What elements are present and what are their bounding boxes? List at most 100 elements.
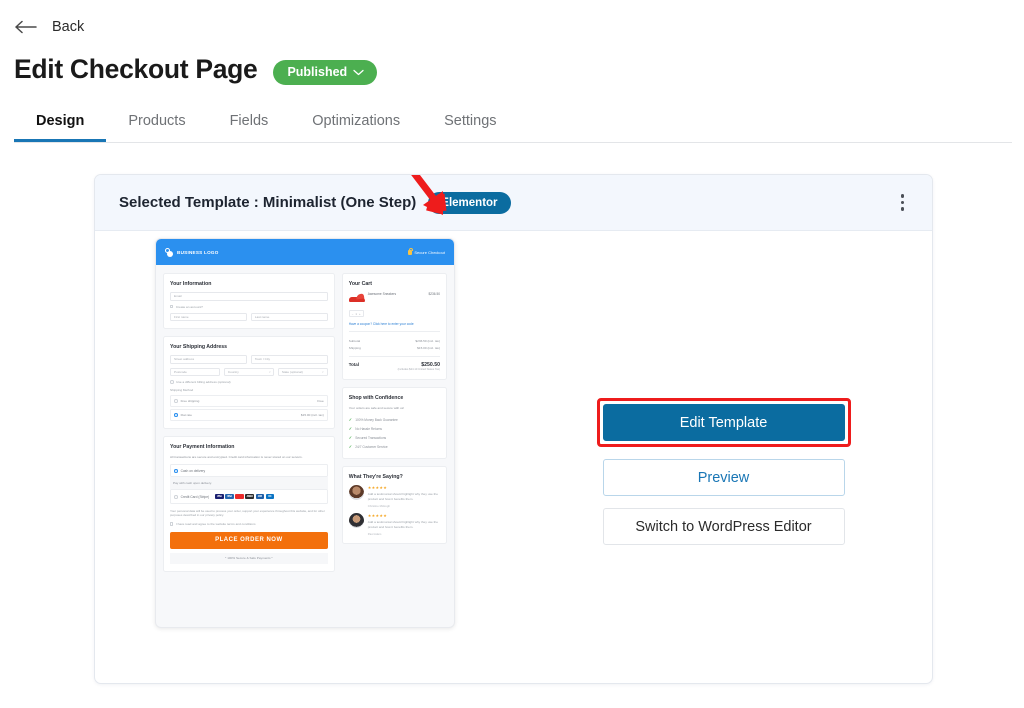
place-order-button[interactable]: PLACE ORDER NOW xyxy=(170,531,328,549)
tab-fields[interactable]: Fields xyxy=(208,107,291,142)
terms-checkbox[interactable]: I have read and agree to the website ter… xyxy=(170,522,328,526)
cart-shipping-row: Shipping $15.00 (incl. tax) xyxy=(349,344,440,351)
thumb-logo-text: BUSINESS LOGO xyxy=(177,249,219,255)
testimonial-text: Add a testimonial should highlight why t… xyxy=(367,492,438,501)
information-heading: Your Information xyxy=(170,281,212,287)
cart-line-item: Awesome Sneakers $236.50 xyxy=(348,292,440,303)
testimonial-text: Add a testimonial should highlight why t… xyxy=(367,520,438,529)
business-logo-icon xyxy=(165,247,174,257)
shipping-option-free-label: Free shipping xyxy=(180,399,200,403)
trust-item-label: 24/7 Customer Service xyxy=(355,444,388,449)
radio-icon xyxy=(174,494,178,499)
billing-address-label: Use a different billing address (optiona… xyxy=(176,380,231,384)
tab-design[interactable]: Design xyxy=(14,107,107,142)
cart-total-label: Total xyxy=(348,362,359,367)
address-row-2: Postcode Country State (optional) xyxy=(170,367,328,376)
template-card-header: Selected Template : Minimalist (One Step… xyxy=(95,175,932,231)
quantity-plus[interactable]: + xyxy=(359,312,361,316)
privacy-text-label: Your personal data will be used to proce… xyxy=(170,508,325,518)
cart-subtotal-row: Subtotal $236.50 (incl. tax) xyxy=(349,337,440,344)
tab-bar: Design Products Fields Optimizations Set… xyxy=(0,107,1024,143)
payment-option-cod-label: Cash on delivery xyxy=(180,468,206,473)
shipping-option-free-price: Free xyxy=(317,399,324,403)
thumb-secure-checkout: Secure Checkout xyxy=(408,247,445,255)
shipping-option-free[interactable]: Free shipping Free xyxy=(170,395,328,407)
edit-template-button[interactable]: Edit Template xyxy=(602,404,845,441)
coupon-link[interactable]: Have a coupon? Click here to enter your … xyxy=(348,322,440,332)
email-field[interactable]: Email xyxy=(170,292,328,301)
tab-products[interactable]: Products xyxy=(106,107,207,142)
tab-settings[interactable]: Settings xyxy=(422,107,518,142)
cart-item-name: Awesome Sneakers xyxy=(367,292,397,296)
thumb-right-column: Your Cart Awesome Sneakers $236.50 − 1 + xyxy=(341,273,447,572)
trust-subtitle: Your orders are safe and secure with us! xyxy=(348,405,405,410)
billing-address-checkbox[interactable]: Use a different billing address (optiona… xyxy=(170,380,328,384)
kebab-menu-icon[interactable] xyxy=(895,188,911,217)
create-account-checkbox[interactable]: Create an account? xyxy=(170,305,328,309)
testimonial-name: Paul Adam xyxy=(367,531,382,536)
privacy-text: Your personal data will be used to proce… xyxy=(170,509,328,518)
star-rating: ★★★★★ xyxy=(367,513,388,519)
trust-item-label: 100% Money Back Guarantee xyxy=(355,417,398,422)
avatar xyxy=(348,513,364,529)
back-label[interactable]: Back xyxy=(52,19,84,35)
payment-option-cod[interactable]: Cash on delivery xyxy=(170,464,328,478)
shipping-option-flat-price: $15.00 (incl. tax) xyxy=(300,413,324,417)
shipping-method-label: Shipping Method xyxy=(170,388,194,392)
shipping-heading: Your Shipping Address xyxy=(170,344,228,350)
template-thumbnail[interactable]: BUSINESS LOGO Secure Checkout Your Infor… xyxy=(155,238,455,628)
payment-heading: Your Payment Information xyxy=(170,444,235,450)
arrow-left-icon[interactable] xyxy=(14,17,40,37)
trust-item-label: No Hassle Returns xyxy=(355,426,383,431)
payment-option-card-label: Credit Card (Stripe) xyxy=(180,494,210,499)
quantity-value: 1 xyxy=(355,311,357,316)
payment-cod-note: Pay with cash upon delivery. xyxy=(170,477,328,490)
back-bar[interactable]: Back xyxy=(0,0,1024,40)
thumb-logo: BUSINESS LOGO xyxy=(165,247,219,257)
cart-total-note: (includes $24.10 United States Tax) xyxy=(397,368,440,371)
terms-label: I have read and agree to the website ter… xyxy=(175,521,256,526)
create-account-label: Create an account? xyxy=(175,304,203,309)
action-buttons-column: Edit Template Preview Switch to WordPres… xyxy=(411,175,932,683)
testimonial-item: ★★★★★ Add a testimonial should highlight… xyxy=(348,513,440,536)
street-address-field[interactable]: Street address xyxy=(170,355,247,364)
cart-total-row: Total $250.50 (includes $24.10 United St… xyxy=(348,356,440,372)
testimonial-body: ★★★★★ Add a testimonial should highlight… xyxy=(368,485,440,508)
selected-template-label: Selected Template : Minimalist (One Step… xyxy=(119,194,417,211)
quantity-stepper[interactable]: − 1 + xyxy=(348,310,364,317)
tab-fields-label: Fields xyxy=(229,113,269,129)
testimonial-body: ★★★★★ Add a testimonial should highlight… xyxy=(368,513,440,536)
amex-icon: AMEX xyxy=(245,493,254,500)
testimonials-panel: What They're Saying? ★★★★★ Add a testimo… xyxy=(341,466,447,544)
postcode-field[interactable]: Postcode xyxy=(170,367,220,376)
cart-panel: Your Cart Awesome Sneakers $236.50 − 1 + xyxy=(341,273,447,380)
status-badge[interactable]: Published xyxy=(273,59,378,85)
town-city-field[interactable]: Town / City xyxy=(250,355,328,364)
tab-design-label: Design xyxy=(36,113,85,129)
visa-electron-icon: VISA xyxy=(225,493,234,500)
shipping-option-flat[interactable]: Flat rate $15.00 (incl. tax) xyxy=(170,409,328,421)
preview-button[interactable]: Preview xyxy=(602,459,845,496)
check-icon: ✓ xyxy=(348,435,353,441)
payment-panel: Your Payment Information All transaction… xyxy=(163,436,335,572)
cart-subtotal-value: $236.50 (incl. tax) xyxy=(415,338,440,343)
switch-wordpress-editor-button[interactable]: Switch to WordPress Editor xyxy=(602,508,845,545)
testimonial-name: Christine McHugh xyxy=(367,504,390,509)
quantity-minus[interactable]: − xyxy=(352,312,354,316)
check-icon: ✓ xyxy=(348,426,353,432)
state-select[interactable]: State (optional) xyxy=(277,367,328,376)
thumb-header: BUSINESS LOGO Secure Checkout xyxy=(156,239,454,265)
first-name-field[interactable]: First name xyxy=(170,312,247,321)
testimonials-heading: What They're Saying? xyxy=(348,474,403,481)
country-select[interactable]: Country xyxy=(223,367,274,376)
last-name-field[interactable]: Last name xyxy=(250,312,328,321)
tab-optimizations[interactable]: Optimizations xyxy=(290,107,422,142)
shipping-option-flat-label: Flat rate xyxy=(180,413,192,417)
tab-products-label: Products xyxy=(128,113,186,129)
payment-option-card[interactable]: Credit Card (Stripe) VISA VISA AMEX JCB … xyxy=(170,489,328,504)
template-card: Selected Template : Minimalist (One Step… xyxy=(94,174,933,684)
cart-total-right: $250.50 (includes $24.10 United States T… xyxy=(398,362,440,372)
checkbox-icon xyxy=(170,380,174,384)
builder-badge[interactable]: Elementor xyxy=(428,191,511,214)
cart-heading: Your Cart xyxy=(348,281,372,287)
